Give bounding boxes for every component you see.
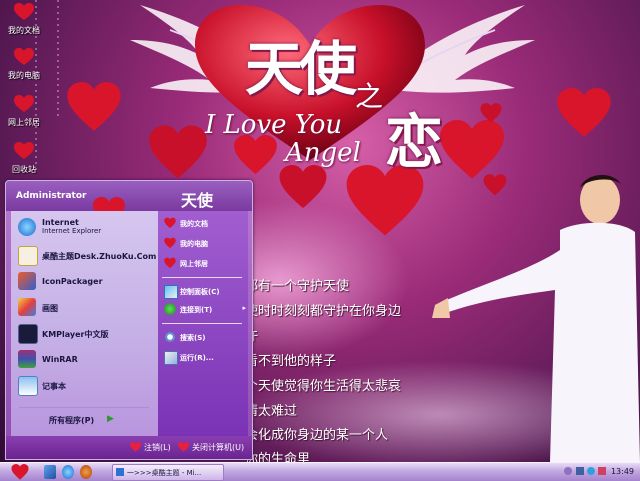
start-menu-header: Administrator 天使: [6, 181, 252, 227]
program-paint[interactable]: 画图: [15, 295, 155, 319]
lyric-line: 你的生命里: [245, 452, 311, 462]
program-zhuoku[interactable]: 桌酷主题Desk.ZhuoKu.Com: [15, 243, 157, 267]
program-title: KMPlayer中文版: [42, 330, 109, 339]
quicklaunch-ie-icon[interactable]: [62, 465, 74, 479]
heart-icon: [234, 135, 277, 175]
run-icon: [164, 351, 178, 365]
place-my-computer[interactable]: 我的电脑: [162, 235, 248, 253]
places-separator: [162, 277, 242, 278]
search-icon: [164, 331, 176, 343]
taskbar-button-label: 一>>>桌酷主题 - Mi...: [127, 469, 202, 477]
program-internet-explorer[interactable]: Internet Internet Explorer: [15, 215, 155, 239]
start-button[interactable]: [8, 463, 32, 481]
tray-network-icon[interactable]: [587, 467, 595, 475]
heart-icon: [557, 88, 611, 137]
start-menu-programs-pane: Internet Internet Explorer 桌酷主题Desk.Zhuo…: [11, 211, 158, 436]
control-panel-icon: [164, 285, 178, 299]
program-title: 记事本: [42, 382, 66, 391]
submenu-arrow-icon: ▸: [242, 304, 246, 312]
start-menu-username: Administrator: [16, 191, 87, 201]
heart-icon: [164, 237, 176, 249]
wallpaper-title-angel: Angel: [285, 138, 361, 168]
winrar-icon: [18, 350, 36, 368]
program-title: 桌酷主题Desk.ZhuoKu.Com: [42, 252, 157, 261]
zhuoku-icon: [18, 246, 38, 266]
lyric-line: 使时时刻刻都守护在你身边: [245, 304, 402, 319]
iconpackager-icon: [18, 272, 36, 290]
desktop: 天使 之 恋 I Love You Angel 都有一个守护天使 使时时刻刻都守…: [0, 0, 640, 462]
program-subtitle: Internet Explorer: [42, 227, 102, 235]
heart-icon: [178, 442, 189, 452]
all-programs-button[interactable]: 所有程序(P) ▶: [49, 414, 149, 429]
wallpaper-title-lian: 恋: [385, 108, 444, 176]
program-kmplayer[interactable]: KMPlayer中文版: [15, 321, 155, 345]
clock[interactable]: 13:49: [611, 467, 634, 476]
heart-icon: [11, 464, 29, 480]
program-title: 画图: [42, 304, 58, 313]
tray-volume-icon[interactable]: [576, 467, 584, 475]
program-title: Internet: [42, 218, 79, 227]
lyric-line: 会化成你身边的某一个人: [245, 428, 389, 443]
lyric-line: 看不到他的样子: [245, 354, 337, 369]
wallpaper-title-zhi: 之: [355, 80, 384, 113]
program-title: WinRAR: [42, 355, 78, 364]
wallpaper-title-cn: 天使: [245, 35, 357, 103]
hanging-beads-decoration: [35, 0, 59, 170]
heart-icon: [164, 217, 176, 229]
places-separator: [162, 323, 242, 324]
place-connect-to[interactable]: 连接到(T) ▸: [162, 301, 248, 319]
quicklaunch-desktop-icon[interactable]: [44, 465, 56, 479]
place-label: 我的文档: [180, 220, 208, 228]
place-run[interactable]: 运行(R)...: [162, 349, 248, 367]
tray-app-icon[interactable]: [598, 467, 606, 475]
taskbar: 一>>>桌酷主题 - Mi... 13:49: [0, 462, 640, 481]
window-icon: [116, 468, 124, 476]
taskbar-button-zhuoku[interactable]: 一>>>桌酷主题 - Mi...: [112, 464, 224, 481]
place-my-documents[interactable]: 我的文档: [162, 215, 248, 233]
heart-icon: [149, 125, 207, 179]
place-search[interactable]: 搜索(S): [162, 329, 248, 347]
all-programs-label: 所有程序(P): [49, 416, 95, 425]
shutdown-label: 关闭计算机(U): [192, 443, 245, 452]
tray-arrow-icon[interactable]: [564, 467, 572, 475]
heart-icon: [164, 257, 176, 269]
place-label: 搜索(S): [180, 334, 206, 342]
lyric-line: 都有一个守护天使: [245, 279, 350, 294]
notepad-icon: [18, 376, 38, 396]
place-label: 连接到(T): [180, 306, 213, 314]
logoff-button[interactable]: 注销(L): [130, 441, 174, 455]
start-menu: Administrator 天使 Internet Internet Explo…: [5, 180, 253, 460]
ie-icon: [18, 218, 36, 236]
heart-icon: [130, 442, 141, 452]
place-network[interactable]: 网上邻居: [162, 255, 248, 273]
place-label: 我的电脑: [180, 240, 208, 248]
start-menu-places-pane: 我的文档 我的电脑 网上邻居 控制面板(C) 连接到(T) ▸ 搜索(S) 运行…: [158, 211, 248, 436]
place-label: 网上邻居: [180, 260, 208, 268]
connect-icon: [164, 303, 176, 315]
start-menu-banner-title: 天使: [181, 191, 214, 210]
arrow-right-icon: ▶: [107, 414, 114, 424]
program-iconpackager[interactable]: IconPackager: [15, 269, 155, 293]
wallpaper-title-en: I Love You: [205, 110, 343, 140]
start-menu-footer: 注销(L) 关闭计算机(U): [6, 436, 252, 459]
programs-separator: [19, 407, 149, 408]
kmplayer-icon: [18, 324, 38, 344]
logoff-label: 注销(L): [144, 443, 171, 452]
heart-icon: [480, 103, 502, 123]
heart-icon: [279, 165, 327, 209]
quicklaunch-media-icon[interactable]: [80, 465, 92, 479]
program-winrar[interactable]: WinRAR: [15, 347, 155, 371]
place-label: 运行(R)...: [180, 354, 214, 362]
program-notepad[interactable]: 记事本: [15, 373, 155, 397]
place-control-panel[interactable]: 控制面板(C): [162, 283, 248, 301]
lyric-line: 个天使觉得你生活得太悲哀: [245, 379, 402, 394]
place-label: 控制面板(C): [180, 288, 220, 296]
program-title: IconPackager: [42, 277, 103, 286]
shutdown-button[interactable]: 关闭计算机(U): [178, 441, 250, 455]
man-figure-image: [432, 174, 640, 462]
heart-icon: [67, 82, 121, 131]
paint-icon: [18, 298, 36, 316]
